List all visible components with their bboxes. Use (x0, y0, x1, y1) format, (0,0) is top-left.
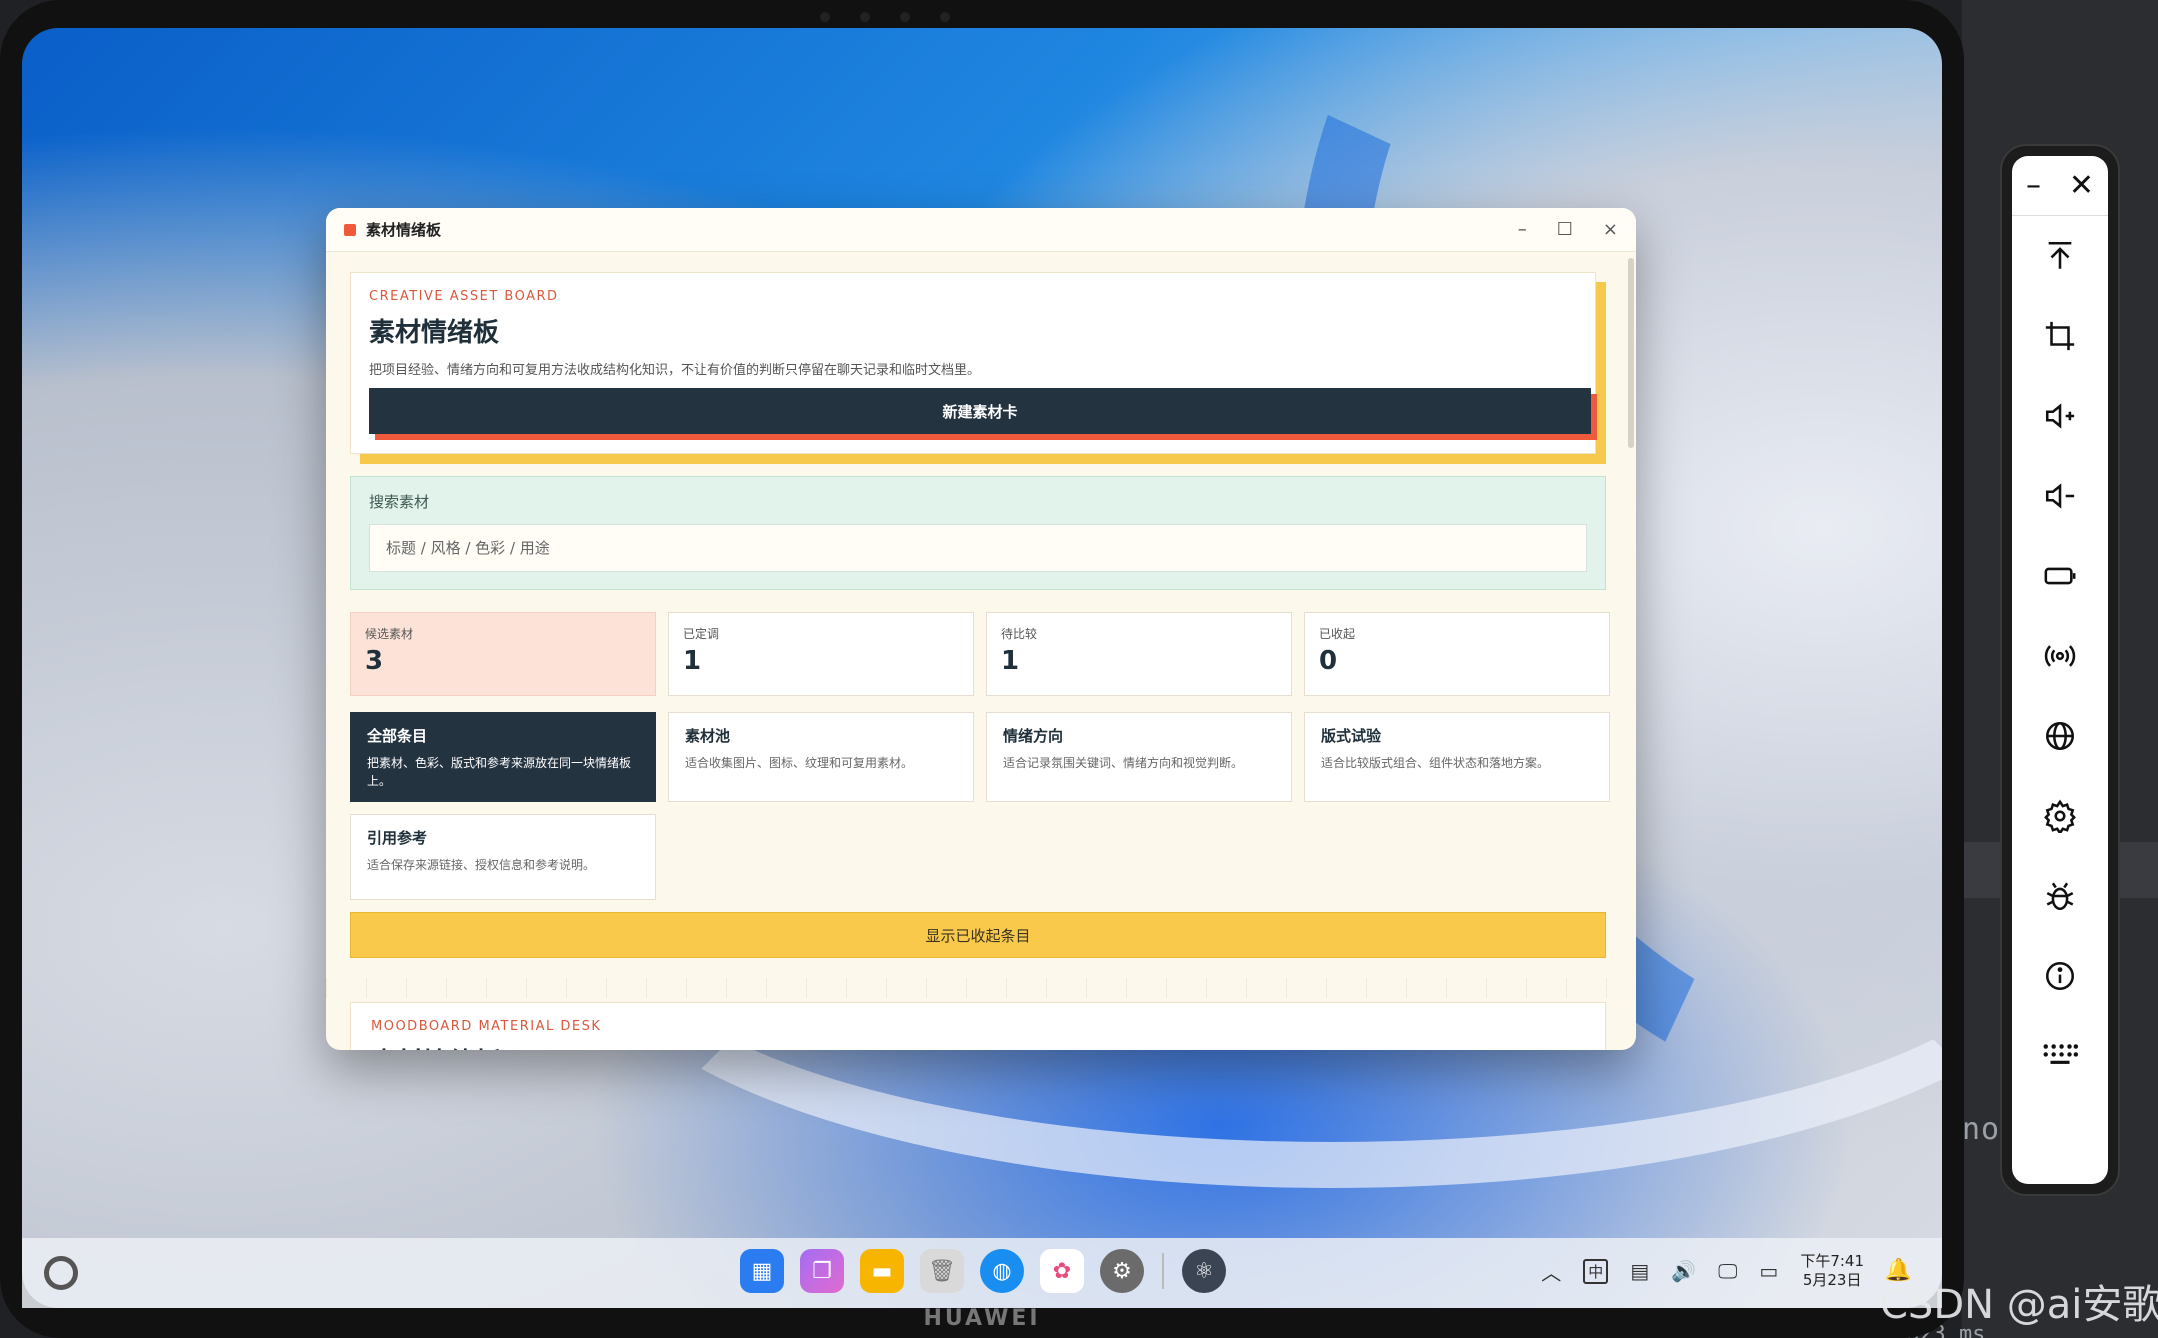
search-input[interactable] (369, 524, 1587, 572)
section-divider (326, 978, 1636, 998)
csdn-watermark: CSDN @ai安歌 (1880, 1282, 2158, 1328)
tablet-screen: 素材情绪板 – ☐ × CREATIVE ASSET BOARD 素材情绪板 把… (22, 28, 1942, 1308)
toolbar-close-icon[interactable]: ✕ (2069, 168, 2094, 203)
search-panel: 搜索素材 (350, 476, 1606, 590)
window-content: CREATIVE ASSET BOARD 素材情绪板 把项目经验、情绪方向和可复… (326, 252, 1636, 1050)
close-button[interactable]: × (1603, 219, 1618, 240)
category-title: 情绪方向 (1003, 727, 1064, 745)
window-titlebar[interactable]: 素材情绪板 – ☐ × (326, 208, 1636, 252)
files-icon[interactable]: ▬ (860, 1249, 904, 1293)
stat-label: 已收起 (1319, 627, 1356, 641)
scrollbar-thumb[interactable] (1628, 258, 1634, 448)
stat-card-candidates[interactable]: 候选素材 3 (350, 612, 656, 696)
stats-row: 候选素材 3 已定调 1 待比较 1 已收起 0 (350, 612, 1610, 696)
toolbar-minimize-icon[interactable]: – (2026, 168, 2041, 203)
app-atom-icon[interactable]: ⚛ (1182, 1249, 1226, 1293)
device-brand: HUAWEI (923, 1306, 1041, 1331)
app-logo-icon (344, 223, 356, 236)
category-all[interactable]: 全部条目 把素材、色彩、版式和参考来源放在同一块情绪板上。 (350, 712, 656, 802)
clock-date: 5月23日 (1802, 1271, 1862, 1289)
stat-card-collapsed[interactable]: 已收起 0 (1304, 612, 1610, 696)
second-card-eyebrow: MOODBOARD MATERIAL DESK (371, 1019, 602, 1034)
taskbar: ▦ ❐ ▬ 🗑 ◍ ✿ ⚙ ⚛ ︿ 中 ▤ 🔊 🖵 ▭ 下午7:41 5月23日 (22, 1238, 1942, 1308)
category-desc: 把素材、色彩、版式和参考来源放在同一块情绪板上。 (367, 756, 632, 788)
hero-card: CREATIVE ASSET BOARD 素材情绪板 把项目经验、情绪方向和可复… (350, 272, 1606, 464)
category-layout-test[interactable]: 版式试验 适合比较版式组合、组件状态和落地方案。 (1304, 712, 1610, 802)
stat-value: 3 (365, 646, 384, 676)
camera-array (820, 12, 950, 22)
multitask-icon[interactable]: ❐ (800, 1249, 844, 1293)
info-icon[interactable] (2012, 936, 2108, 1016)
search-label: 搜索素材 (369, 493, 430, 511)
hero-eyebrow: CREATIVE ASSET BOARD (369, 289, 559, 304)
category-title: 全部条目 (367, 727, 428, 745)
show-collapsed-button[interactable]: 显示已收起条目 (350, 912, 1606, 958)
location-signal-icon[interactable] (2012, 616, 2108, 696)
category-grid: 全部条目 把素材、色彩、版式和参考来源放在同一块情绪板上。 素材池 适合收集图片… (350, 712, 1610, 900)
hero-description: 把项目经验、情绪方向和可复用方法收成结构化知识，不让有价值的判断只停留在聊天记录… (369, 363, 981, 378)
volume-down-icon[interactable] (2012, 456, 2108, 536)
category-references[interactable]: 引用参考 适合保存来源链接、授权信息和参考说明。 (350, 814, 656, 900)
keyboard-icon[interactable] (2012, 1016, 2108, 1096)
battery-icon: ▭ (1759, 1259, 1779, 1283)
stat-card-decided[interactable]: 已定调 1 (668, 612, 974, 696)
display-icon[interactable]: 🖵 (1718, 1259, 1737, 1283)
gallery-icon[interactable]: ✿ (1040, 1249, 1084, 1293)
stat-value: 1 (1001, 646, 1020, 676)
dock-separator (1162, 1253, 1164, 1289)
new-asset-card-button[interactable]: 新建素材卡 (369, 388, 1591, 434)
settings-icon[interactable]: ⚙ (1100, 1249, 1144, 1293)
dock: ▦ ❐ ▬ 🗑 ◍ ✿ ⚙ ⚛ (740, 1249, 1226, 1293)
category-desc: 适合收集图片、图标、纹理和可复用素材。 (685, 756, 914, 770)
window-title: 素材情绪板 (366, 221, 442, 239)
second-card: MOODBOARD MATERIAL DESK 素材情绪板 (350, 1002, 1606, 1050)
stat-label: 已定调 (683, 627, 720, 641)
globe-icon[interactable] (2012, 696, 2108, 776)
browser-icon[interactable]: ◍ (980, 1249, 1024, 1293)
system-tray: ︿ 中 ▤ 🔊 🖵 ▭ 下午7:41 5月23日 (1541, 1252, 1864, 1290)
crop-icon[interactable] (2012, 296, 2108, 376)
ime-indicator[interactable]: 中 (1583, 1258, 1609, 1284)
clipboard-icon[interactable]: ▤ (1630, 1259, 1649, 1283)
volume-icon[interactable]: 🔊 (1671, 1259, 1696, 1283)
gear-icon[interactable] (2012, 776, 2108, 856)
stat-value: 1 (683, 646, 702, 676)
minimize-button[interactable]: – (1518, 219, 1527, 240)
volume-up-icon[interactable] (2012, 376, 2108, 456)
app-window: 素材情绪板 – ☐ × CREATIVE ASSET BOARD 素材情绪板 把… (326, 208, 1636, 1050)
category-title: 引用参考 (367, 829, 428, 847)
second-card-title: 素材情绪板 (371, 1042, 1585, 1050)
tablet-device: 素材情绪板 – ☐ × CREATIVE ASSET BOARD 素材情绪板 把… (0, 0, 1964, 1338)
trash-icon[interactable]: 🗑 (920, 1249, 964, 1293)
category-desc: 适合比较版式组合、组件状态和落地方案。 (1321, 756, 1550, 770)
stat-card-pending[interactable]: 待比较 1 (986, 612, 1292, 696)
maximize-button[interactable]: ☐ (1557, 219, 1573, 240)
category-title: 版式试验 (1321, 727, 1382, 745)
emulator-toolbar: – ✕ (2012, 156, 2108, 1184)
clock[interactable]: 下午7:41 5月23日 (1800, 1252, 1864, 1290)
stat-label: 候选素材 (365, 627, 414, 641)
stat-value: 0 (1319, 646, 1338, 676)
bug-icon[interactable] (2012, 856, 2108, 936)
chevron-up-icon[interactable]: ︿ (1541, 1257, 1561, 1286)
category-title: 素材池 (685, 727, 731, 745)
pin-top-icon[interactable] (2012, 216, 2108, 296)
rotate-icon[interactable] (2012, 536, 2108, 616)
page-title: 素材情绪板 (369, 318, 500, 348)
category-asset-pool[interactable]: 素材池 适合收集图片、图标、纹理和可复用素材。 (668, 712, 974, 802)
clock-time: 下午7:41 (1800, 1252, 1864, 1270)
app-grid-icon[interactable]: ▦ (740, 1249, 784, 1293)
start-button-icon[interactable] (44, 1256, 78, 1290)
desktop-stage: nos_ ect in 11 s 623 ms 素材情绪板 – ☐ × (0, 0, 2158, 1338)
category-desc: 适合记录氛围关键词、情绪方向和视觉判断。 (1003, 756, 1244, 770)
category-desc: 适合保存来源链接、授权信息和参考说明。 (367, 858, 596, 872)
category-mood-direction[interactable]: 情绪方向 适合记录氛围关键词、情绪方向和视觉判断。 (986, 712, 1292, 802)
stat-label: 待比较 (1001, 627, 1038, 641)
